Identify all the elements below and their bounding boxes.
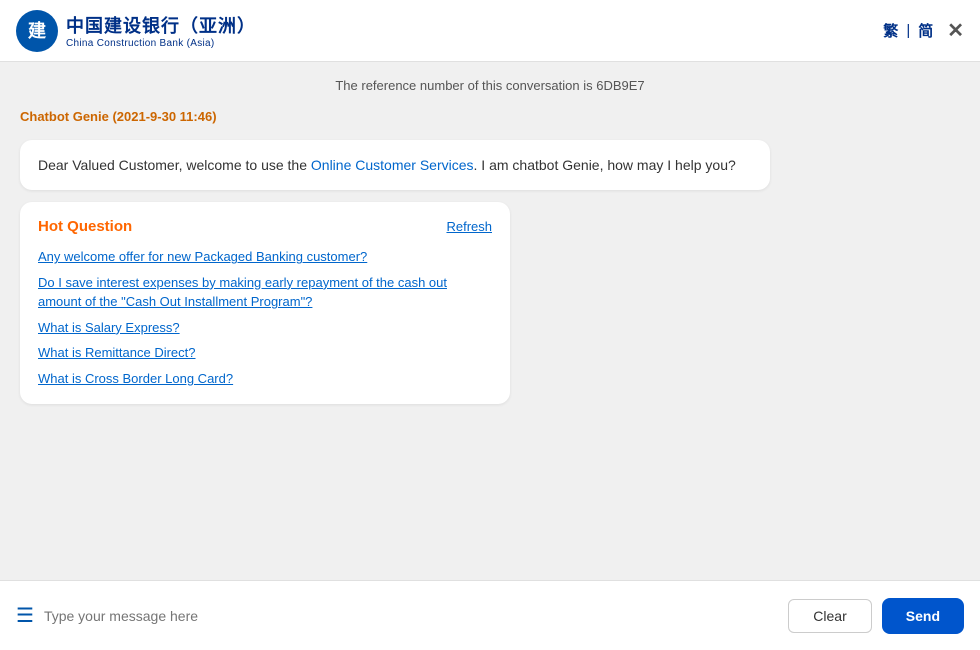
hot-question-header: Hot Question Refresh xyxy=(38,218,492,235)
hot-question-item-5[interactable]: What is Cross Border Long Card? xyxy=(38,369,492,389)
hot-question-card: Hot Question Refresh Any welcome offer f… xyxy=(20,202,510,404)
svg-text:建: 建 xyxy=(28,20,46,41)
header: 建 中国建设银行（亚洲） China Construction Bank (As… xyxy=(0,0,980,62)
welcome-message-bubble: Dear Valued Customer, welcome to use the… xyxy=(20,140,770,190)
hot-question-item-3[interactable]: What is Salary Express? xyxy=(38,318,492,338)
menu-icon[interactable]: ☰ xyxy=(16,603,34,628)
hot-question-title: Hot Question xyxy=(38,218,132,235)
close-button[interactable]: ✕ xyxy=(947,18,964,43)
header-right: 繁 | 简 ✕ xyxy=(883,18,964,43)
logo-area: 建 中国建设银行（亚洲） China Construction Bank (As… xyxy=(16,10,256,52)
chatbot-label: Chatbot Genie (2021-9-30 11:46) xyxy=(20,109,960,124)
chat-scroll-area[interactable]: The reference number of this conversatio… xyxy=(0,62,980,580)
hot-question-list: Any welcome offer for new Packaged Banki… xyxy=(38,247,492,388)
reference-text: The reference number of this conversatio… xyxy=(20,78,960,93)
ccb-logo-icon: 建 xyxy=(16,10,58,52)
welcome-text-link[interactable]: Online Customer Services xyxy=(311,157,474,173)
input-area: ☰ Clear Send xyxy=(0,580,980,650)
chat-container: The reference number of this conversatio… xyxy=(0,62,980,580)
refresh-button[interactable]: Refresh xyxy=(446,219,492,234)
welcome-text-part2: . I am chatbot Genie, how may I help you… xyxy=(474,157,736,173)
hot-question-item-1[interactable]: Any welcome offer for new Packaged Banki… xyxy=(38,247,492,267)
message-input[interactable] xyxy=(44,604,778,628)
logo-chinese: 中国建设银行（亚洲） xyxy=(66,12,256,38)
lang-simplified-button[interactable]: 简 xyxy=(918,20,933,41)
hot-question-item-2[interactable]: Do I save interest expenses by making ea… xyxy=(38,273,492,312)
send-button[interactable]: Send xyxy=(882,598,964,634)
clear-button[interactable]: Clear xyxy=(788,599,871,633)
hot-question-item-4[interactable]: What is Remittance Direct? xyxy=(38,343,492,363)
welcome-text-part1: Dear Valued Customer, welcome to use the xyxy=(38,157,311,173)
lang-divider: | xyxy=(906,22,910,39)
logo-text: 中国建设银行（亚洲） China Construction Bank (Asia… xyxy=(66,12,256,49)
lang-traditional-button[interactable]: 繁 xyxy=(883,20,898,41)
logo-english: China Construction Bank (Asia) xyxy=(66,38,256,49)
